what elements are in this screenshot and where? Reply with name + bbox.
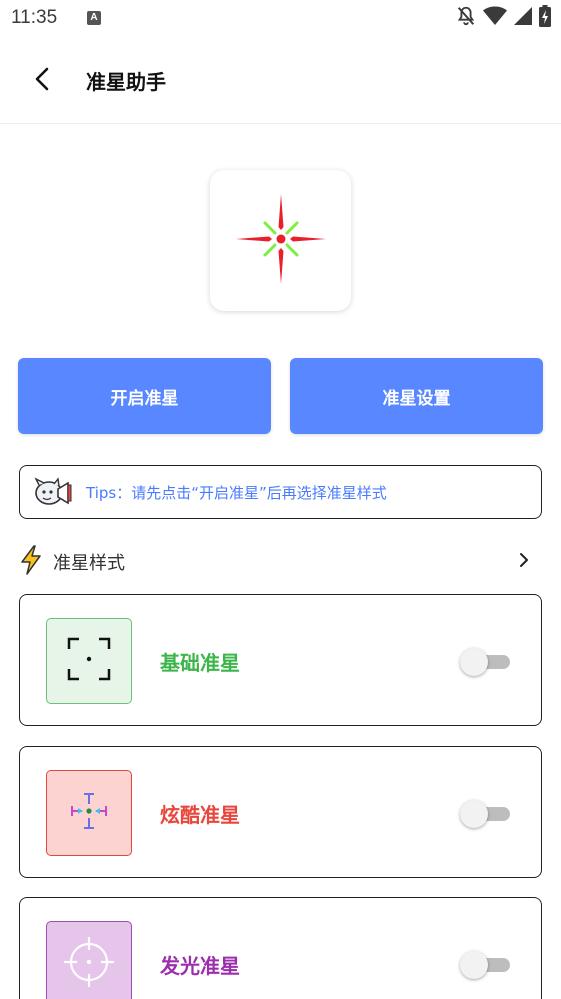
battery-charging-icon	[539, 5, 551, 31]
megaphone-mascot-icon	[34, 476, 74, 508]
crosshair-star-icon	[231, 189, 331, 293]
tips-text: Tips：请先点击“开启准星”后再选择准星样式	[86, 483, 387, 502]
page-title: 准星助手	[86, 70, 166, 94]
back-button[interactable]	[24, 62, 62, 100]
chevron-right-icon	[518, 552, 530, 572]
status-icons	[455, 5, 551, 31]
crosshair-settings-button[interactable]: 准星设置	[290, 358, 543, 434]
glow-crosshair-icon	[62, 935, 116, 993]
style-card-cool[interactable]: 炫酷准星	[19, 746, 542, 878]
lightning-icon	[19, 545, 43, 579]
bell-off-icon	[455, 5, 477, 31]
style-name: 基础准星	[160, 651, 240, 675]
top-app-bar: 准星助手	[0, 38, 561, 124]
crosshair-preview	[210, 170, 351, 311]
cool-crosshair-icon	[67, 789, 111, 837]
style-card-basic[interactable]: 基础准星	[19, 594, 542, 726]
chevron-left-icon	[33, 67, 53, 95]
signal-icon	[513, 6, 533, 30]
style-thumbnail	[46, 921, 132, 999]
start-crosshair-button[interactable]: 开启准星	[18, 358, 271, 434]
style-name: 发光准星	[160, 954, 240, 978]
style-toggle[interactable]	[460, 648, 510, 676]
style-thumbnail	[46, 618, 132, 704]
section-more-button[interactable]	[514, 552, 534, 572]
style-toggle[interactable]	[460, 951, 510, 979]
toggle-knob	[460, 800, 488, 828]
style-thumbnail	[46, 770, 132, 856]
styles-section-header: 准星样式	[19, 545, 542, 579]
style-name: 炫酷准星	[160, 803, 240, 827]
wifi-icon	[483, 6, 507, 30]
toggle-knob	[460, 951, 488, 979]
status-time: 11:35	[11, 7, 58, 28]
section-title: 准星样式	[53, 553, 125, 574]
style-card-glow[interactable]: 发光准星	[19, 897, 542, 999]
toggle-knob	[460, 648, 488, 676]
basic-crosshair-icon	[67, 637, 111, 685]
tips-banner: Tips：请先点击“开启准星”后再选择准星样式	[19, 465, 542, 519]
status-bar: 11:35 A	[0, 0, 561, 38]
style-toggle[interactable]	[460, 800, 510, 828]
notification-badge: A	[87, 11, 101, 25]
